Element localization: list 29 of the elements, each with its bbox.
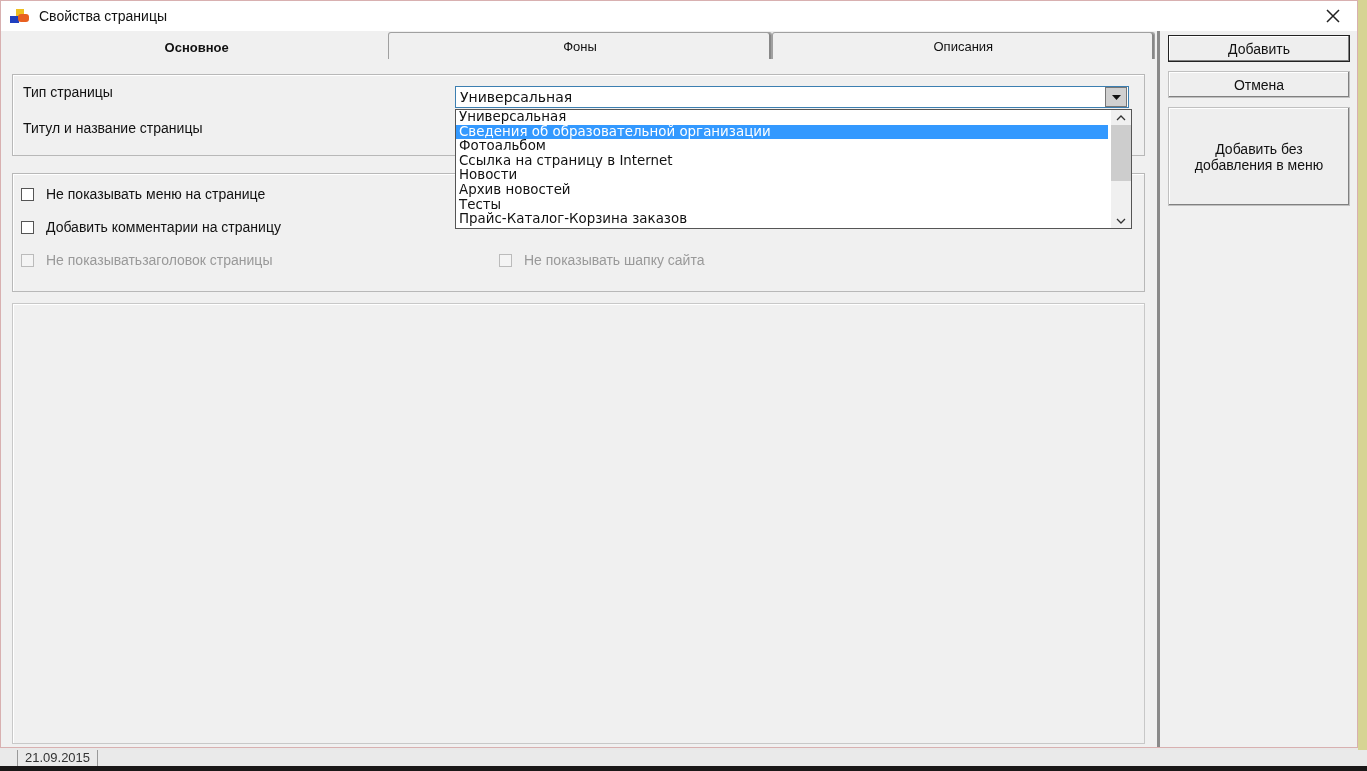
checkbox[interactable] bbox=[21, 221, 34, 234]
field-label: Тип страницы bbox=[23, 84, 113, 100]
checkbox-label: Не показывать шапку сайта bbox=[524, 252, 705, 268]
checkbox-label: Не показывать меню на странице bbox=[46, 186, 266, 202]
chevron-down-icon bbox=[1116, 218, 1126, 224]
dropdown-option[interactable]: Ссылка на страницу в Internet bbox=[456, 153, 1108, 169]
dropdown-option[interactable]: Фотоальбом bbox=[456, 139, 1108, 154]
blocks-icon bbox=[9, 8, 31, 24]
dialog-button[interactable]: Добавить bbox=[1168, 35, 1350, 62]
tab[interactable]: Фоны bbox=[388, 32, 772, 59]
checkbox-label: Добавить комментарии на страницу bbox=[46, 219, 281, 235]
dropdown-option[interactable]: Новости bbox=[456, 168, 1108, 183]
dropdown-option[interactable]: Прайс-Каталог-Корзина заказов bbox=[456, 212, 1108, 227]
dialog-button[interactable]: Добавить без добавления в меню bbox=[1168, 107, 1350, 206]
scrollbar[interactable] bbox=[1111, 110, 1131, 228]
tab[interactable]: Описания bbox=[771, 32, 1155, 59]
checkbox[interactable] bbox=[21, 188, 34, 201]
dropdown-arrow-icon bbox=[1111, 94, 1121, 100]
page-type-dropdown[interactable]: Универсальная bbox=[455, 86, 1129, 108]
dropdown-option[interactable]: Архив новостей bbox=[456, 182, 1108, 198]
field-label: Титул и название страницы bbox=[23, 120, 203, 136]
window-title: Свойства страницы bbox=[39, 8, 168, 24]
dialog-button[interactable]: Отмена bbox=[1168, 71, 1350, 98]
close-icon[interactable] bbox=[1325, 8, 1341, 24]
checkbox-label: Не показыватьзаголовок страницы bbox=[46, 252, 273, 268]
scrollbar-thumb[interactable] bbox=[1111, 125, 1131, 181]
dropdown-option[interactable]: Универсальная bbox=[456, 110, 1108, 125]
dropdown-option[interactable]: Тесты bbox=[456, 197, 1108, 213]
chevron-up-icon bbox=[1116, 115, 1126, 121]
